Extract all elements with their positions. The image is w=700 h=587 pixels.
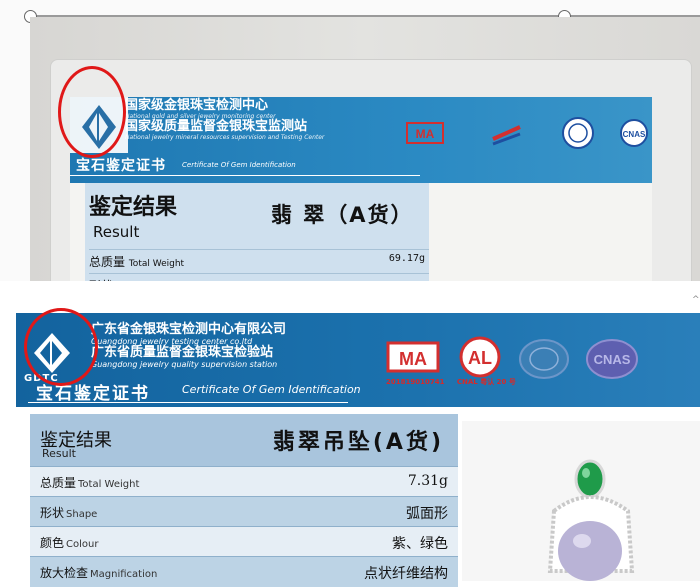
- bottom-row-shape-label-en: Shape: [66, 509, 98, 520]
- bottom-row-weight-value: 7.31g: [407, 473, 448, 489]
- bottom-row-weight-label-en: Total Weight: [78, 479, 140, 490]
- bottom-supervision-en: Guangdong jewelry quality supervision st…: [91, 360, 278, 369]
- bottom-institute-cn: 广东省金银珠宝检测中心有限公司: [91, 322, 287, 337]
- bottom-row-shape-value: 弧面形: [406, 506, 448, 522]
- red-annotation-circle-bottom: [24, 308, 98, 386]
- accreditation-codes: 201819010741 CNAL 粤认 20 号: [386, 377, 516, 387]
- globe-seal-icon: [562, 117, 594, 149]
- top-institute-en: National gold and silver jewelry monitor…: [125, 113, 276, 120]
- red-annotation-circle-top: [58, 66, 126, 158]
- jade-pendant-icon: [547, 459, 635, 581]
- pendant-photo: [462, 421, 700, 581]
- top-supervision-en: National jewelry mineral resources super…: [125, 134, 325, 141]
- top-supervision-cn: 国家级质量监督金银珠宝监测站: [125, 119, 308, 134]
- svg-text:AL: AL: [468, 348, 492, 368]
- cma-seal-icon: MA: [406, 122, 444, 144]
- bottom-certificate-header: GDTC 广东省金银珠宝检测中心有限公司 Guangdong jewelry t…: [16, 313, 700, 407]
- svg-text:MA: MA: [416, 127, 435, 141]
- svg-text:MA: MA: [399, 349, 427, 369]
- bottom-row-colour-label-en: Colour: [66, 539, 99, 550]
- top-certificate-header: 国家级金银珠宝检测中心 National gold and silver jew…: [70, 97, 652, 183]
- bottom-row-shape: 形状 Shape 弧面形: [30, 496, 458, 527]
- bottom-row-weight: 总质量 Total Weight 7.31g: [30, 466, 458, 497]
- top-row-shape: 形状: [89, 273, 429, 281]
- top-result-label-en: Result: [93, 223, 140, 241]
- bottom-certificate-photo: GDTC 广东省金银珠宝检测中心有限公司 Guangdong jewelry t…: [0, 281, 700, 587]
- top-row-weight-value: 69.17g: [388, 253, 425, 264]
- bottom-row-magnification-value: 点状纤维结构: [364, 566, 448, 582]
- bottom-row-magnification: 放大检查 Magnification 点状纤维结构: [30, 556, 458, 587]
- cnas-seal-icon: CNAS: [586, 339, 638, 379]
- svg-text:CNAS: CNAS: [594, 352, 631, 367]
- bottom-cert-title-en: Certificate Of Gem Identification: [182, 383, 361, 396]
- cal-seal-icon: AL: [459, 336, 501, 378]
- top-certificate-card: 国家级金银珠宝检测中心 National gold and silver jew…: [70, 97, 652, 281]
- scroll-caret: ^: [692, 295, 700, 305]
- bottom-row-colour: 颜色 Colour 紫、绿色: [30, 526, 458, 557]
- bottom-supervision-cn: 广东省质量监督金银珠宝检验站: [91, 345, 274, 360]
- bottom-result-label-en: Result: [42, 447, 76, 460]
- bottom-cert-underline: [28, 402, 348, 403]
- svg-text:CNAS: CNAS: [623, 130, 646, 139]
- top-certificate-photo: 国家级金银珠宝检测中心 National gold and silver jew…: [30, 17, 700, 281]
- top-cert-underline: [70, 175, 420, 176]
- bottom-result-table: 鉴定结果 Result 翡翠吊坠(A货) 总质量 Total Weight 7.3…: [30, 414, 458, 587]
- cnas-seal-icon: CNAS: [620, 119, 648, 147]
- bottom-row-shape-label-cn: 形状: [40, 506, 65, 520]
- top-row-weight-label-cn: 总质量: [89, 255, 126, 269]
- accreditation-code-1: 201819010741: [386, 378, 445, 386]
- top-result-value: 翡 翠（A货）: [271, 203, 414, 227]
- bottom-result-value: 翡翠吊坠(A货): [272, 430, 444, 455]
- top-cert-title-cn: 宝石鉴定证书: [76, 158, 166, 174]
- bottom-row-colour-label-cn: 颜色: [40, 536, 65, 550]
- top-row-weight-label-en: Total Weight: [128, 259, 185, 269]
- top-result-label-cn: 鉴定结果: [89, 195, 178, 220]
- bottom-row-colour-value: 紫、绿色: [392, 536, 448, 552]
- bottom-result-header: 鉴定结果 Result 翡翠吊坠(A货): [30, 414, 458, 466]
- bottom-row-weight-label-cn: 总质量: [40, 476, 77, 490]
- top-result-table: 鉴定结果 Result 翡 翠（A货） 总质量 Total Weight 69.…: [85, 183, 429, 281]
- arrows-seal-icon: [492, 125, 521, 146]
- cma-seal-icon: MA: [386, 341, 440, 373]
- accreditation-code-2: CNAL 粤认 20 号: [456, 378, 516, 386]
- top-cert-title-en: Certificate Of Gem Identification: [182, 161, 296, 169]
- top-row-weight: 总质量 Total Weight 69.17g: [89, 249, 429, 272]
- bottom-row-magnification-label-cn: 放大检查: [40, 566, 89, 580]
- globe-seal-icon: [519, 339, 569, 379]
- top-institute-cn: 国家级金银珠宝检测中心: [125, 98, 269, 113]
- top-photo-frame: 国家级金银珠宝检测中心 National gold and silver jew…: [0, 0, 700, 281]
